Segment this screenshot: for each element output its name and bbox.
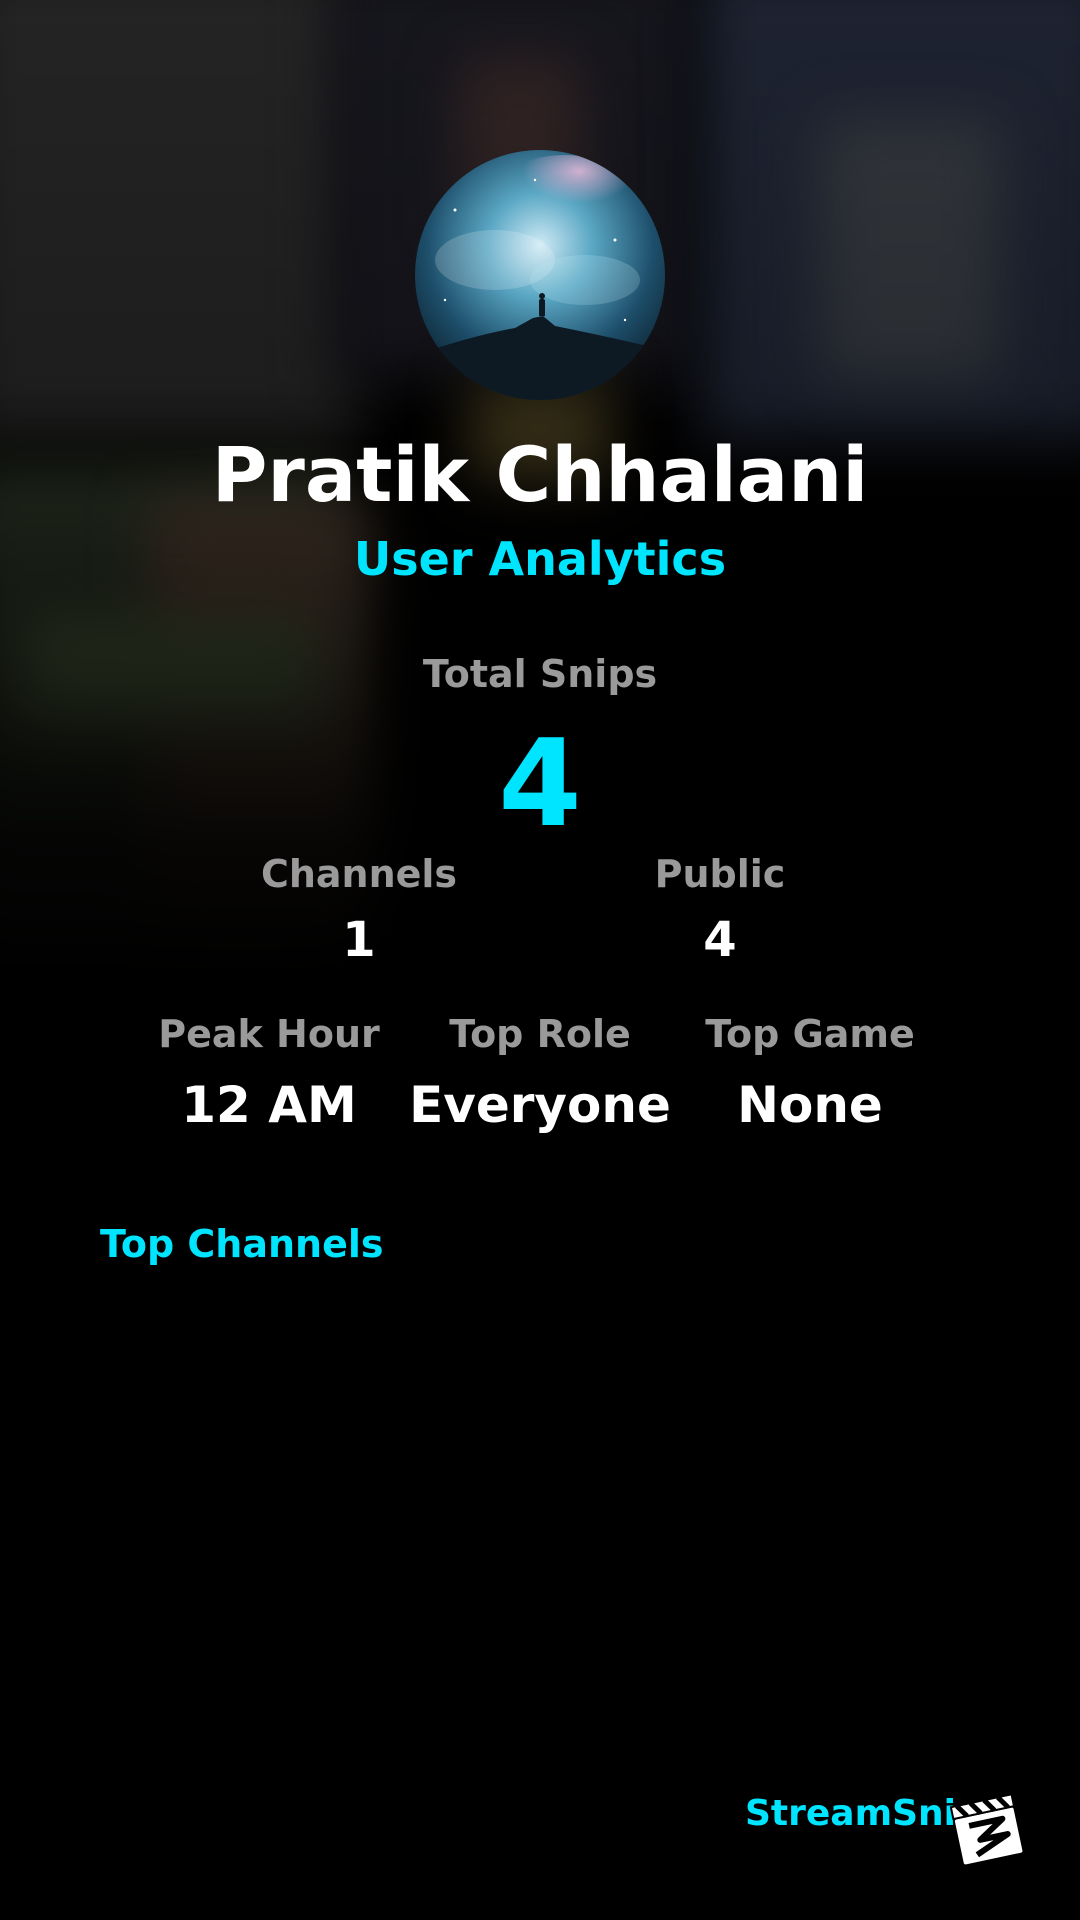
brand-name: StreamSnip <box>745 1793 982 1834</box>
top-game-value: None <box>737 1076 883 1134</box>
public-label: Public <box>654 852 786 896</box>
top-channels-heading: Top Channels <box>100 1222 384 1266</box>
top-role-label: Top Role <box>449 1012 631 1056</box>
peak-hour-label: Peak Hour <box>158 1012 380 1056</box>
public-stat: Public 4 <box>570 852 870 968</box>
total-snips-value: 4 <box>498 715 582 854</box>
peak-hour-value: 12 AM <box>181 1076 357 1134</box>
profile-name: Pratik Chhalani <box>211 430 869 519</box>
analytics-card: Pratik Chhalani User Analytics Total Sni… <box>0 0 1080 1920</box>
top-game-stat: Top Game None <box>675 1012 945 1134</box>
top-game-label: Top Game <box>705 1012 915 1056</box>
channels-label: Channels <box>260 852 458 896</box>
avatar <box>415 150 665 400</box>
top-role-value: Everyone <box>409 1076 671 1134</box>
total-snips-label: Total Snips <box>422 652 658 696</box>
clapperboard-logo-icon <box>948 1788 1028 1868</box>
page-subtitle: User Analytics <box>353 532 727 586</box>
channels-stat: Channels 1 <box>209 852 509 968</box>
channels-value: 1 <box>342 912 376 968</box>
public-value: 4 <box>703 912 737 968</box>
peak-hour-stat: Peak Hour 12 AM <box>134 1012 404 1134</box>
top-role-stat: Top Role Everyone <box>405 1012 675 1134</box>
